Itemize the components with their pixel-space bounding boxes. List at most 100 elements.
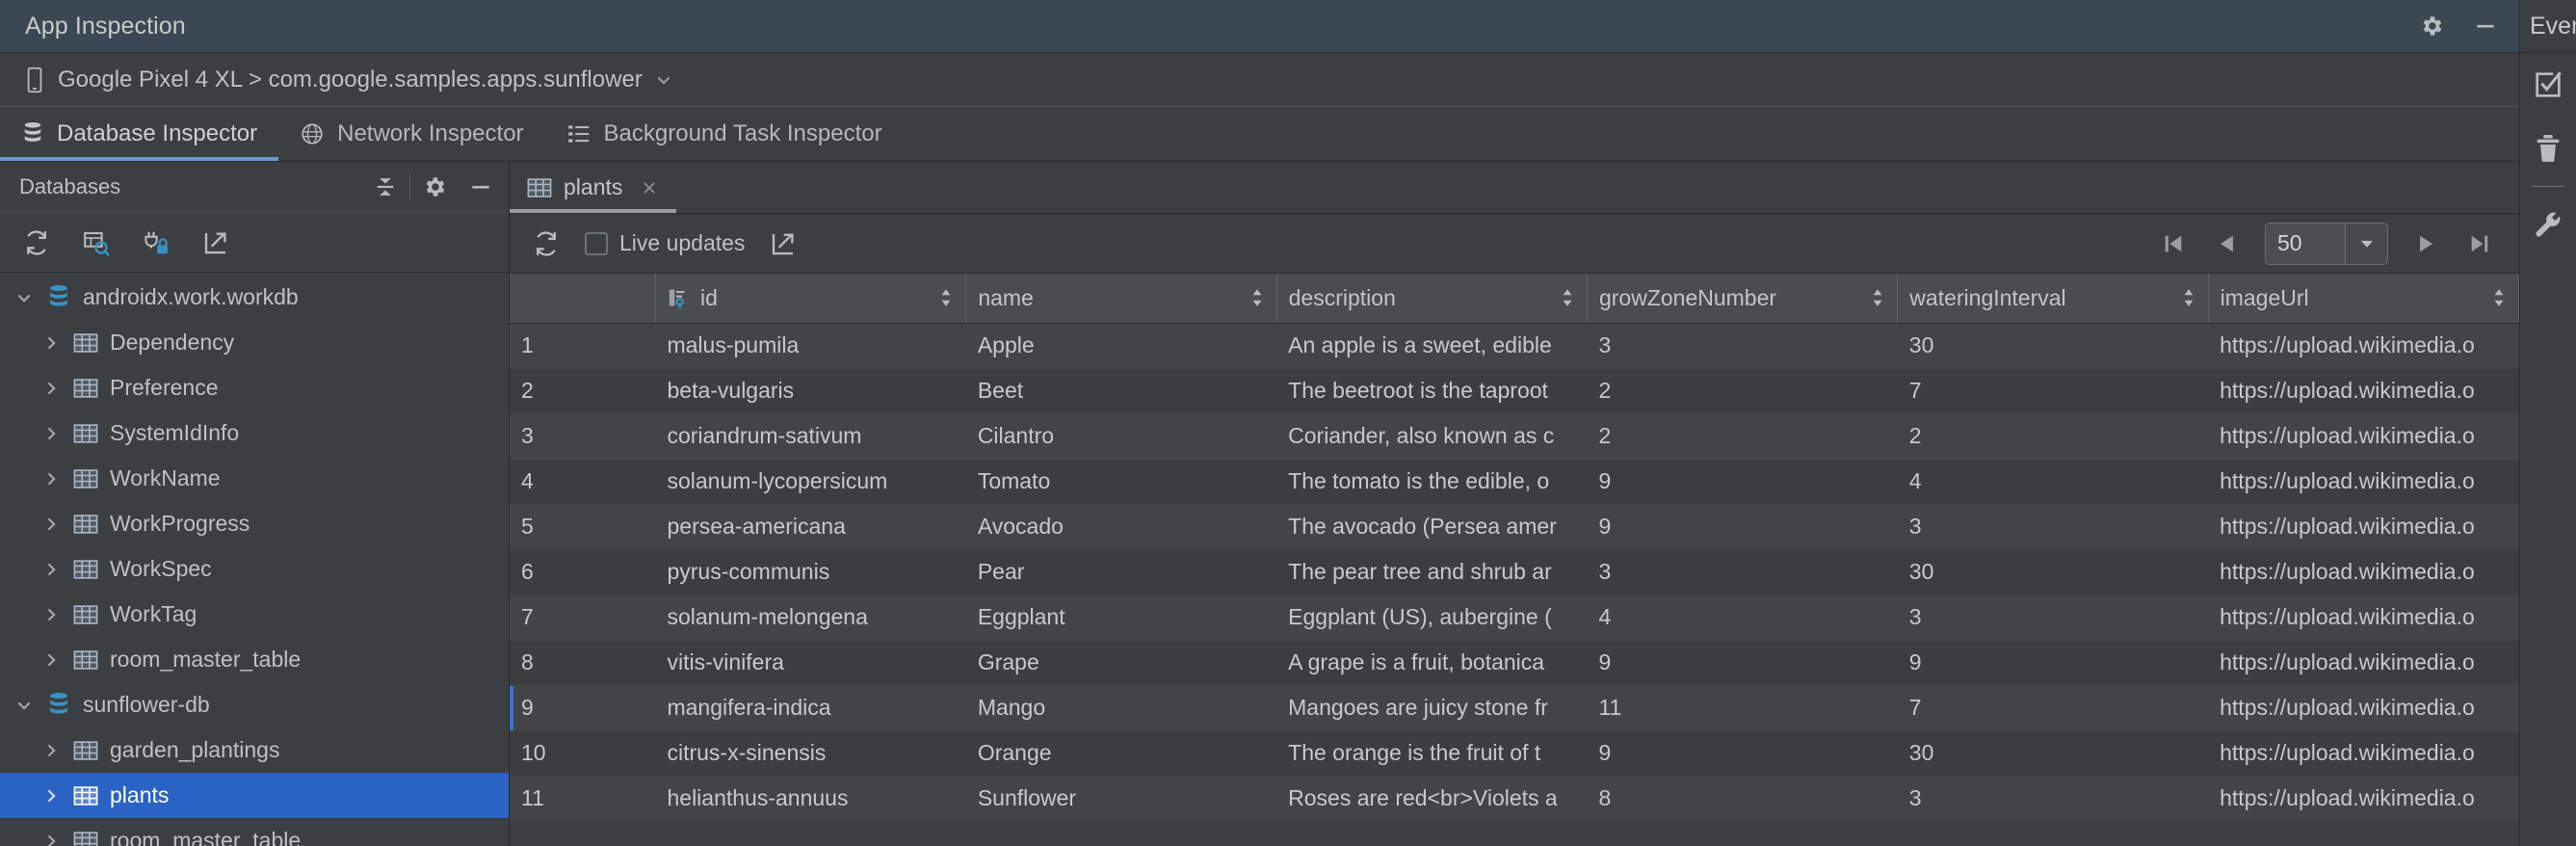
cell-growzonenumber[interactable]: 9 [1587,640,1897,685]
live-updates-toggle[interactable]: Live updates [585,230,745,256]
cell-description[interactable]: An apple is a sweet, edible [1276,323,1587,368]
cell-growzonenumber[interactable]: 3 [1587,549,1897,595]
column-header-id[interactable]: id [655,274,965,323]
page-size-value[interactable]: 50 [2266,224,2345,264]
sort-icon[interactable] [1249,287,1265,308]
chevron-right-icon[interactable] [35,605,67,624]
cell-wateringinterval[interactable]: 30 [1898,549,2208,595]
cell-id[interactable]: citrus-x-sinensis [655,730,965,776]
last-page-icon[interactable] [2463,227,2496,260]
tree-item-table-plants[interactable]: plants [0,773,509,818]
page-size-combo[interactable]: 50 [2265,223,2388,265]
chevron-down-icon[interactable] [654,70,673,90]
column-header-growzonenumber[interactable]: growZoneNumber [1587,274,1897,323]
cell-imageurl[interactable]: https://upload.wikimedia.o [2208,549,2518,595]
next-page-icon[interactable] [2409,227,2442,260]
chevron-right-icon[interactable] [35,650,67,670]
chevron-down-icon[interactable] [8,696,40,715]
chevron-right-icon[interactable] [35,515,67,534]
chevron-right-icon[interactable] [35,469,67,489]
collapse-all-icon[interactable] [373,174,398,199]
cell-name[interactable]: Orange [966,730,1276,776]
refresh-icon[interactable] [15,222,58,264]
cell-name[interactable]: Grape [966,640,1276,685]
cell-imageurl[interactable]: https://upload.wikimedia.o [2208,323,2518,368]
sort-icon[interactable] [1560,287,1575,308]
table-row[interactable]: 10 citrus-x-sinensis Orange The orange i… [510,730,2519,776]
cell-imageurl[interactable]: https://upload.wikimedia.o [2208,685,2518,730]
cell-id[interactable]: pyrus-communis [655,549,965,595]
table-row[interactable]: 2 beta-vulgaris Beet The beetroot is the… [510,368,2519,413]
tree-item-table[interactable]: room_master_table [0,818,509,846]
cell-imageurl[interactable]: https://upload.wikimedia.o [2208,504,2518,549]
column-header-name[interactable]: name [966,274,1276,323]
table-row[interactable]: 6 pyrus-communis Pear The pear tree and … [510,549,2519,595]
cell-description[interactable]: Coriander, also known as c [1276,413,1587,459]
table-tab-plants[interactable]: plants [510,162,676,213]
first-page-icon[interactable] [2157,227,2190,260]
cell-id[interactable]: vitis-vinifera [655,640,965,685]
cell-name[interactable]: Sunflower [966,776,1276,821]
cell-id[interactable]: solanum-melongena [655,595,965,640]
cell-growzonenumber[interactable]: 4 [1587,595,1897,640]
cell-wateringinterval[interactable]: 30 [1898,323,2208,368]
cell-id[interactable]: beta-vulgaris [655,368,965,413]
cell-description[interactable]: The orange is the fruit of t [1276,730,1587,776]
sort-icon[interactable] [2491,287,2507,308]
keep-connection-icon[interactable] [135,222,177,264]
chevron-down-icon[interactable] [2345,224,2387,264]
cell-wateringinterval[interactable]: 4 [1898,459,2208,504]
table-row[interactable]: 7 solanum-melongena Eggplant Eggplant (U… [510,595,2519,640]
export-icon[interactable] [762,223,804,265]
cell-name[interactable]: Pear [966,549,1276,595]
column-header-description[interactable]: description [1276,274,1587,323]
minimize-icon[interactable] [468,174,493,199]
sort-icon[interactable] [1870,287,1885,308]
tree-item-table[interactable]: WorkProgress [0,501,509,546]
live-updates-checkbox[interactable] [585,232,608,255]
cell-growzonenumber[interactable]: 2 [1587,368,1897,413]
table-row[interactable]: 4 solanum-lycopersicum Tomato The tomato… [510,459,2519,504]
chevron-right-icon[interactable] [35,786,67,806]
cell-wateringinterval[interactable]: 3 [1898,776,2208,821]
wrench-icon[interactable] [2520,193,2576,256]
cell-name[interactable]: Cilantro [966,413,1276,459]
cell-wateringinterval[interactable]: 7 [1898,368,2208,413]
tree-item-table[interactable]: WorkName [0,456,509,501]
cell-description[interactable]: Mangoes are juicy stone fr [1276,685,1587,730]
cell-wateringinterval[interactable]: 3 [1898,504,2208,549]
tree-item-table[interactable]: WorkSpec [0,546,509,592]
cell-wateringinterval[interactable]: 9 [1898,640,2208,685]
cell-description[interactable]: The pear tree and shrub ar [1276,549,1587,595]
cell-growzonenumber[interactable]: 2 [1587,413,1897,459]
chevron-right-icon[interactable] [35,379,67,398]
run-query-icon[interactable] [75,222,118,264]
cell-description[interactable]: A grape is a fruit, botanica [1276,640,1587,685]
cell-growzonenumber[interactable]: 9 [1587,459,1897,504]
sort-icon[interactable] [938,287,954,308]
trash-icon[interactable] [2520,117,2576,180]
cell-id[interactable]: solanum-lycopersicum [655,459,965,504]
table-row[interactable]: 11 helianthus-annuus Sunflower Roses are… [510,776,2519,821]
tab-background-task-inspector[interactable]: Background Task Inspector [545,107,904,161]
data-grid-wrapper[interactable]: id name [510,274,2519,846]
sort-icon[interactable] [2181,287,2196,308]
prev-page-icon[interactable] [2211,227,2244,260]
cell-description[interactable]: The beetroot is the taproot [1276,368,1587,413]
tree-item-table[interactable]: Preference [0,365,509,410]
cell-imageurl[interactable]: https://upload.wikimedia.o [2208,640,2518,685]
minimize-icon[interactable] [2473,13,2498,39]
cell-id[interactable]: mangifera-indica [655,685,965,730]
tree-item-table[interactable]: SystemIdInfo [0,410,509,456]
cell-wateringinterval[interactable]: 2 [1898,413,2208,459]
cell-growzonenumber[interactable]: 11 [1587,685,1897,730]
cell-name[interactable]: Avocado [966,504,1276,549]
tree-item-table[interactable]: garden_plantings [0,727,509,773]
table-row[interactable]: 9 mangifera-indica Mango Mangoes are jui… [510,685,2519,730]
cell-growzonenumber[interactable]: 9 [1587,504,1897,549]
chevron-right-icon[interactable] [35,560,67,579]
cell-imageurl[interactable]: https://upload.wikimedia.o [2208,595,2518,640]
cell-id[interactable]: coriandrum-sativum [655,413,965,459]
cell-id[interactable]: helianthus-annuus [655,776,965,821]
cell-imageurl[interactable]: https://upload.wikimedia.o [2208,459,2518,504]
